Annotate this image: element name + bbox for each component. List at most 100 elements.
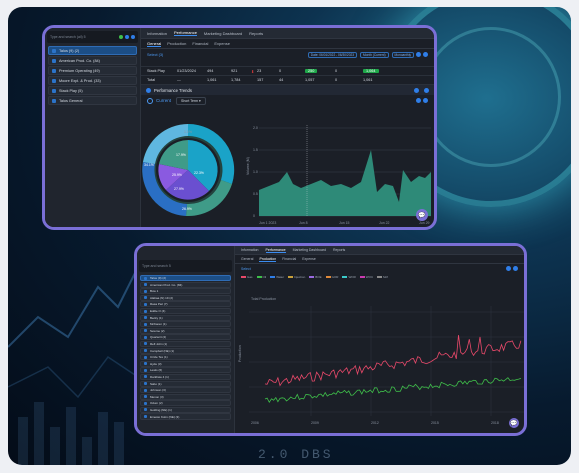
- chat-button[interactable]: 💬: [416, 209, 428, 221]
- sub-tabs: General Production Financial Expense: [141, 39, 434, 49]
- settings-icon[interactable]: [131, 35, 135, 39]
- sidebar-item[interactable]: Refl John (1): [140, 340, 231, 348]
- performance-header: Performance Trends: [141, 85, 434, 95]
- folder-icon: [144, 309, 147, 313]
- filter-icon[interactable]: [125, 35, 129, 39]
- tab-performance[interactable]: Performance: [174, 30, 197, 36]
- toggle-icon[interactable]: [119, 35, 123, 39]
- search-input[interactable]: Type and search (all) 5: [50, 35, 86, 39]
- main-panel: Information Performance Marketing Dashboar…: [141, 28, 434, 227]
- sidebar-item[interactable]: American Prod. Co. (84): [140, 281, 231, 288]
- chart-settings-icon[interactable]: [414, 87, 419, 93]
- tab-reports[interactable]: Reports: [333, 248, 345, 252]
- x-tick-label: 2015: [431, 421, 439, 425]
- legend-item[interactable]: Oil: [256, 275, 266, 279]
- sidebar-search[interactable]: Type and search (all) 5: [47, 31, 138, 43]
- legend-item[interactable]: Water: [270, 275, 284, 279]
- legend-item[interactable]: Mcf: [377, 275, 388, 279]
- zoom-icon[interactable]: [416, 98, 421, 103]
- sidebar-item[interactable]: Golding (NE) (1): [140, 406, 231, 413]
- legend-item[interactable]: Injection: [288, 275, 305, 279]
- sidebar-item[interactable]: Hyde (3): [140, 360, 231, 367]
- sidebar-item[interactable]: Menon (3): [140, 393, 231, 400]
- folder-icon: [52, 48, 56, 53]
- period-chip[interactable]: Month (Current): [360, 51, 389, 58]
- refresh-icon[interactable]: [416, 52, 421, 57]
- y-tick-label: 0.5: [253, 192, 258, 196]
- folder-icon: [52, 78, 56, 83]
- sidebar-item[interactable]: Darkhaw 4 (1): [140, 373, 231, 380]
- filter-label[interactable]: Select: [241, 267, 251, 271]
- subtab-financial[interactable]: Financial: [282, 257, 296, 261]
- date-chip[interactable]: Date: 06/01/2022 - 06/30/2023: [307, 51, 358, 58]
- sidebar-item[interactable]: Circle Tex (1): [140, 354, 231, 361]
- tab-marketing-dashboard[interactable]: Marketing Dashboard: [293, 248, 326, 252]
- sidebar-item[interactable]: Alabaa (N) 19 (2): [140, 294, 231, 301]
- tab-performance[interactable]: Performance: [265, 248, 286, 253]
- sidebar-item[interactable]: Rasa Paz (7): [140, 301, 231, 308]
- table-row[interactable]: Stack Play 01/23/2024 494 921 ⬇ 23 0 250…: [141, 67, 434, 76]
- chat-button[interactable]: 💬: [509, 418, 519, 428]
- tab-information[interactable]: Information: [147, 31, 167, 36]
- background-text: 2.0 DBS: [258, 447, 334, 462]
- sidebar-search[interactable]: Type and search 5: [139, 260, 232, 272]
- donut-label: 26.9%: [182, 207, 192, 211]
- sidebar-item[interactable]: Stack Play (5): [48, 86, 137, 95]
- subtab-expense[interactable]: Expense: [214, 41, 230, 46]
- sidebar-item[interactable]: Moore Expl. & Prod. (33): [48, 76, 137, 85]
- sidebar-item[interactable]: Odum (2): [140, 400, 231, 407]
- subtab-financial[interactable]: Financial: [192, 41, 208, 46]
- radio-icon[interactable]: [147, 97, 153, 104]
- sidebar-item[interactable]: Sewme (2): [140, 327, 231, 334]
- subtab-general[interactable]: General: [241, 257, 253, 261]
- legend-item[interactable]: BOE: [309, 275, 322, 279]
- sidebar-item[interactable]: McKaren (1): [140, 321, 231, 328]
- subtab-general[interactable]: General: [147, 41, 162, 47]
- subtab-production[interactable]: Production: [167, 41, 186, 46]
- legend-swatch: [288, 276, 294, 278]
- sidebar-item[interactable]: Talos General: [48, 96, 137, 105]
- sidebar-item[interactable]: Campbell (NE) (1): [140, 347, 231, 354]
- refresh-icon[interactable]: [506, 266, 511, 271]
- sidebar-item[interactable]: Talos (9) (2): [140, 275, 231, 282]
- tab-marketing-dashboard[interactable]: Marketing Dashboard: [204, 31, 242, 36]
- folder-icon: [52, 88, 56, 93]
- chart-download-icon[interactable]: [424, 87, 429, 93]
- legend-item[interactable]: Gas: [241, 275, 253, 279]
- subtab-expense[interactable]: Expense: [302, 257, 316, 261]
- fullscreen-icon[interactable]: [423, 98, 428, 103]
- term-select[interactable]: Short Term ▾: [176, 96, 206, 105]
- sidebar-item[interactable]: American Prod. Co. (84): [48, 56, 137, 65]
- subtab-production[interactable]: Production: [259, 257, 277, 262]
- sidebar-item[interactable]: Quarterit (2): [140, 334, 231, 341]
- sidebar-item[interactable]: Sabo (1): [140, 380, 231, 387]
- donut-label: 25.9%: [172, 173, 182, 177]
- legend-swatch: [270, 276, 276, 278]
- filter-label[interactable]: Select (3): [147, 53, 163, 57]
- legend-swatch: [309, 276, 315, 278]
- donut-label: 17.9%: [176, 153, 186, 157]
- sidebar-item[interactable]: Talos (9) (2): [48, 46, 137, 55]
- legend-item[interactable]: WOR: [342, 275, 356, 279]
- legend-item[interactable]: GOR: [325, 275, 338, 279]
- x-tick-label: Jun 1 2023: [259, 221, 276, 225]
- folder-icon: [144, 375, 147, 379]
- sidebar-item[interactable]: Lewis (6): [140, 367, 231, 374]
- donut-chart: 1.0% 17.9% 25.9% 27.9% 22.3% 34.1% 26.9%: [142, 123, 235, 217]
- tab-information[interactable]: Information: [241, 248, 259, 252]
- sidebar-item[interactable]: Premium Operating (49): [48, 66, 137, 75]
- export-icon[interactable]: [513, 266, 518, 271]
- sidebar-item[interactable]: Bow 1: [140, 288, 231, 295]
- tab-reports[interactable]: Reports: [249, 31, 263, 36]
- export-icon[interactable]: [423, 52, 428, 57]
- sidebar-item[interactable]: Eddie O (4): [140, 307, 231, 315]
- sidebar-item[interactable]: Emesto Kolm (NE) (3): [140, 413, 231, 420]
- sidebar-item[interactable]: Becky (1): [140, 314, 231, 321]
- search-input[interactable]: Type and search 5: [142, 264, 171, 268]
- series-legend: Gas Oil Water Injection BOE GOR WOR WOC Mcf: [235, 273, 524, 281]
- mode-chip[interactable]: Monoanthly: [391, 51, 414, 58]
- legend-item[interactable]: WOC: [359, 275, 373, 279]
- legend-swatch: [342, 276, 348, 278]
- folder-icon: [144, 362, 147, 366]
- sidebar-item[interactable]: Johnson (3): [140, 387, 231, 394]
